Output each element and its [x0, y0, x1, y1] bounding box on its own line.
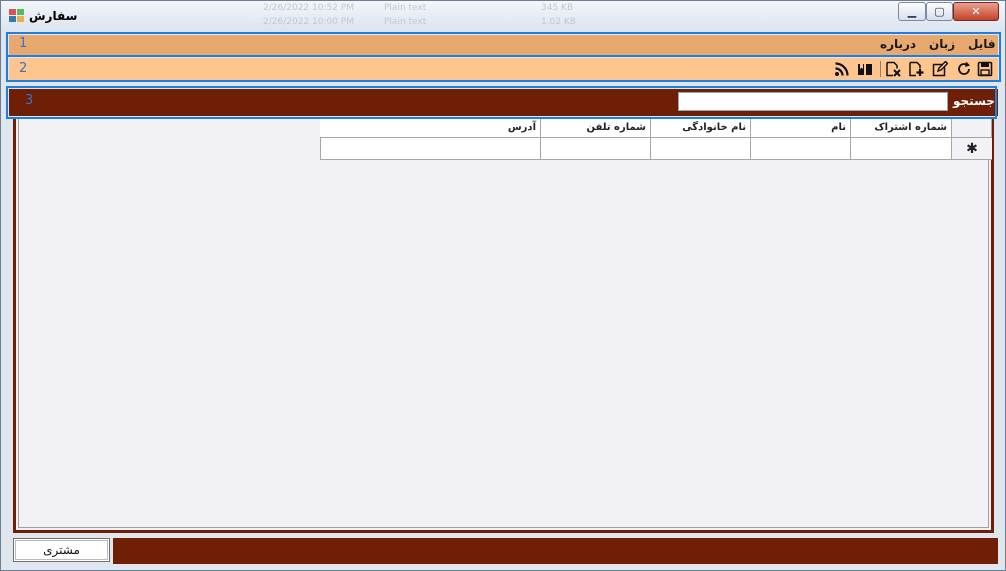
new-row-address-cell[interactable] [320, 138, 541, 160]
add-icon[interactable] [908, 61, 924, 77]
window-title: سفارش [29, 9, 78, 23]
annotation-label-3: 3 [25, 93, 34, 108]
rss-icon[interactable] [834, 61, 850, 77]
new-row-name-cell[interactable] [751, 138, 851, 160]
new-row-marker[interactable]: ✱ [952, 138, 992, 160]
column-header-last-name[interactable]: نام خانوادگی [651, 119, 751, 138]
column-header-phone[interactable]: شماره تلفن [541, 119, 651, 138]
ghost-size: 1.02 KB [541, 17, 576, 27]
search-label: جستجو [953, 94, 995, 108]
row-header-corner [952, 119, 992, 138]
content-panel [13, 117, 994, 533]
search-input[interactable] [678, 92, 948, 111]
menu-bar: فایل زبان درباره [9, 35, 998, 55]
new-row-subscription-cell[interactable] [851, 138, 952, 160]
ghost-type: Plain text [384, 17, 427, 27]
minimize-button[interactable]: ▁ [898, 2, 926, 21]
new-row-last-name-cell[interactable] [651, 138, 751, 160]
customer-tab-button[interactable]: مشتری [13, 538, 110, 562]
ghost-type: Plain text [384, 3, 427, 13]
ghost-date: 2/26/2022 10:00 PM [263, 17, 354, 27]
column-header-address[interactable]: آدرس [320, 119, 541, 138]
ghost-size: 345 KB [541, 3, 574, 13]
close-button[interactable]: ✕ [953, 2, 999, 21]
column-header-name[interactable]: نام [751, 119, 851, 138]
title-bar: سفارش 2/26/2022 10:52 PM Plain text 345 … [1, 1, 1005, 31]
annotation-label-2: 2 [19, 61, 28, 76]
toolbar [9, 58, 998, 80]
menu-file[interactable]: فایل [968, 37, 996, 51]
refresh-icon[interactable] [956, 61, 972, 77]
app-window: سفارش 2/26/2022 10:52 PM Plain text 345 … [0, 0, 1006, 571]
menu-language[interactable]: زبان [929, 37, 955, 51]
app-icon [9, 9, 25, 23]
new-row-phone-cell[interactable] [541, 138, 651, 160]
book-icon[interactable] [857, 61, 873, 77]
annotation-label-1: 1 [19, 36, 28, 51]
column-header-subscription-number[interactable]: شماره اشتراک [851, 119, 952, 138]
save-icon[interactable] [977, 61, 993, 77]
search-bar: جستجو [9, 89, 998, 116]
toolbar-separator [880, 61, 881, 77]
delete-icon[interactable] [885, 61, 901, 77]
edit-icon[interactable] [932, 61, 948, 77]
bottom-bar [113, 538, 998, 564]
menu-about[interactable]: درباره [880, 37, 916, 51]
content-panel-border [18, 118, 989, 528]
ghost-date: 2/26/2022 10:52 PM [263, 3, 354, 13]
maximize-button[interactable]: ▢ [926, 2, 953, 21]
